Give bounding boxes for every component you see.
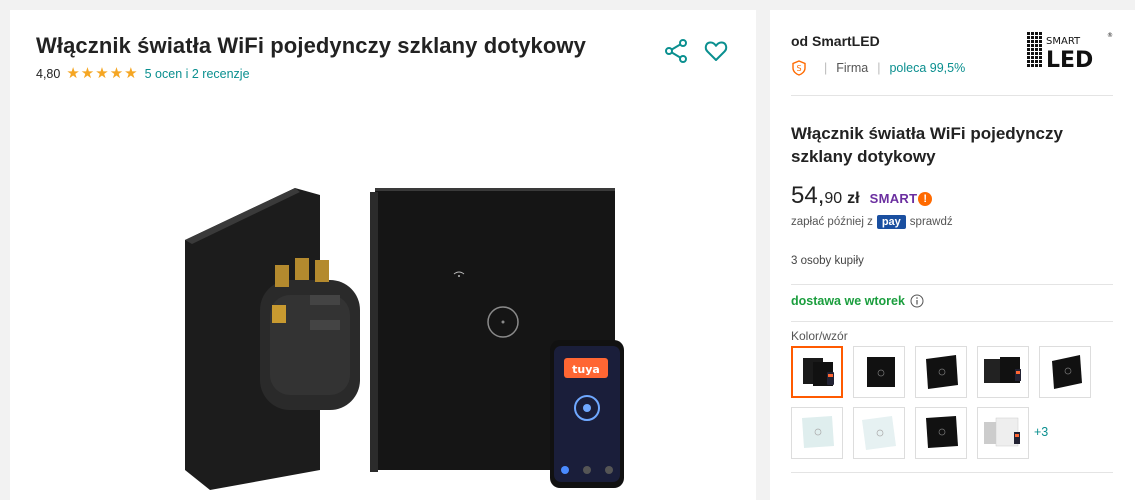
- seller-meta: S | Firma | poleca 99,5%: [791, 60, 965, 76]
- smart-exclamation-icon: !: [918, 191, 933, 206]
- separator: |: [824, 61, 828, 75]
- variant-thumb[interactable]: [915, 346, 967, 398]
- variant-thumb[interactable]: [977, 346, 1029, 398]
- heart-icon[interactable]: [703, 38, 729, 64]
- variant-thumb[interactable]: [853, 407, 905, 459]
- seller-type: Firma: [836, 61, 869, 75]
- price-cents: 90: [824, 190, 843, 207]
- variant-thumb[interactable]: [791, 346, 843, 398]
- smart-badge[interactable]: SMART !: [870, 191, 933, 206]
- variant-thumb[interactable]: [791, 407, 843, 459]
- price-currency: zł: [847, 190, 860, 207]
- separator: |: [877, 61, 881, 75]
- star-icon: ★: [95, 65, 109, 82]
- star-icon: ★: [124, 65, 138, 82]
- buyers-count: 3 osoby kupiły: [791, 255, 864, 267]
- reviews-link[interactable]: 5 ocen i 2 recenzje: [145, 67, 250, 81]
- pay-badge: pay: [876, 215, 906, 229]
- star-icon: ★: [80, 65, 95, 82]
- divider: [791, 321, 1113, 322]
- pay-later-text: zapłać później z: [791, 216, 873, 228]
- more-variants-link[interactable]: +3: [1034, 425, 1048, 439]
- delivery-info: dostawa we wtorek: [791, 294, 924, 308]
- variant-thumb[interactable]: [1039, 346, 1091, 398]
- tuya-logo: tuya: [572, 363, 600, 376]
- rating-stars: ★ ★ ★ ★ ★: [66, 66, 138, 81]
- price-main: 54,: [791, 182, 825, 209]
- pay-later-row: zapłać później z pay sprawdź: [791, 215, 953, 229]
- divider: [791, 95, 1113, 96]
- rating-row: 4,80 ★ ★ ★ ★ ★ 5 ocen i 2 recenzje: [36, 66, 250, 81]
- product-title: Włącznik światła WiFi pojedynczy szklany…: [36, 33, 586, 58]
- variant-thumb[interactable]: [977, 407, 1029, 459]
- seller-recommend[interactable]: poleca 99,5%: [889, 61, 965, 75]
- price: 54, 90 zł SMART !: [791, 182, 933, 210]
- svg-text:SMART: SMART: [1046, 36, 1081, 47]
- offer-card: od SmartLED S | Firma | poleca 99,5% SMA…: [770, 10, 1135, 500]
- rating-value: 4,80: [36, 66, 61, 81]
- info-icon[interactable]: [910, 294, 924, 308]
- svg-text:LED: LED: [1046, 48, 1093, 70]
- variant-thumb[interactable]: [915, 407, 967, 459]
- variant-label: Kolor/wzór: [791, 329, 848, 343]
- svg-text:S: S: [796, 64, 801, 73]
- smart-label: SMART: [869, 191, 918, 206]
- pay-check-link[interactable]: sprawdź: [910, 216, 953, 228]
- seller-name[interactable]: od SmartLED: [791, 33, 880, 49]
- super-seller-icon: S: [792, 60, 806, 76]
- star-icon: ★: [66, 65, 80, 82]
- seller-logo[interactable]: SMART LED ®: [1027, 30, 1115, 70]
- svg-text:®: ®: [1107, 32, 1113, 39]
- star-icon: ★: [109, 65, 124, 82]
- variant-thumb[interactable]: [853, 346, 905, 398]
- delivery-text: dostawa we wtorek: [791, 294, 905, 308]
- divider: [791, 284, 1113, 285]
- product-image[interactable]: tuya: [160, 170, 630, 500]
- product-gallery-card: Włącznik światła WiFi pojedynczy szklany…: [10, 10, 756, 500]
- offer-title: Włącznik światła WiFi pojedynczy szklany…: [791, 124, 1063, 166]
- share-icon[interactable]: [663, 38, 689, 64]
- divider: [791, 472, 1113, 473]
